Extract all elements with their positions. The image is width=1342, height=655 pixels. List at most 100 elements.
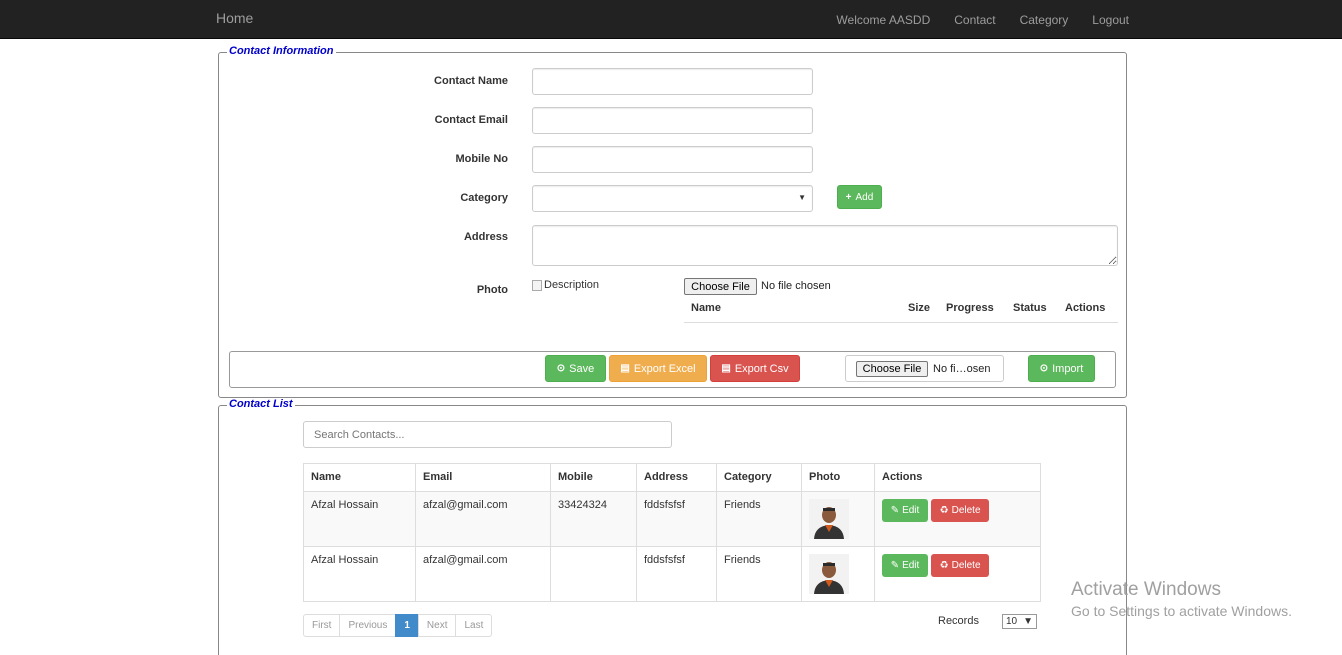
contact-name-input[interactable]	[532, 68, 813, 95]
import-choose-file-button[interactable]: Choose File	[856, 361, 928, 377]
person-photo-icon	[809, 554, 849, 594]
upload-col-progress: Progress	[946, 302, 994, 314]
import-button[interactable]: ⊙ Import	[1028, 355, 1095, 382]
upload-header-divider	[684, 322, 1118, 323]
nav-logout-link[interactable]: Logout	[1080, 13, 1129, 27]
col-category: Category	[716, 463, 802, 492]
table-row: Afzal Hossain afzal@gmail.com 33424324 f…	[303, 491, 1041, 547]
contact-list-legend: Contact List	[227, 398, 295, 410]
nav-category-link[interactable]: Category	[1008, 13, 1081, 27]
category-label: Category	[460, 192, 508, 204]
table-header-row: Name Email Mobile Address Category Photo…	[303, 463, 1041, 492]
edit-label: Edit	[902, 560, 920, 571]
category-select[interactable]: ▼	[532, 185, 813, 212]
pager-last[interactable]: Last	[455, 614, 493, 637]
plus-icon: +	[845, 191, 852, 203]
navbar-menu: Welcome AASDD Contact Category Logout	[824, 0, 1129, 39]
import-label: Import	[1052, 362, 1084, 375]
watermark-title: Activate Windows	[1071, 579, 1221, 600]
cell-category: Friends	[716, 546, 802, 602]
cell-category: Friends	[716, 491, 802, 547]
col-email: Email	[415, 463, 551, 492]
photo-label: Photo	[476, 284, 508, 296]
delete-label: Delete	[951, 505, 981, 516]
edit-icon: ✎	[890, 560, 900, 571]
windows-activation-watermark: Activate Windows Go to Settings to activ…	[1071, 579, 1292, 619]
edit-icon: ✎	[890, 505, 900, 516]
person-photo-icon	[809, 499, 849, 539]
import-circle-icon: ⊙	[1039, 363, 1049, 374]
photo-choose-file-button[interactable]: Choose File	[684, 278, 757, 295]
delete-label: Delete	[951, 560, 981, 571]
watermark-subtitle: Go to Settings to activate Windows.	[1071, 603, 1292, 619]
cell-mobile: 33424324	[550, 491, 637, 547]
save-button[interactable]: ⊙ Save	[545, 355, 606, 382]
home-link[interactable]: Home	[216, 10, 253, 26]
col-address: Address	[636, 463, 717, 492]
cell-email: afzal@gmail.com	[415, 546, 551, 602]
records-value: 10	[1006, 616, 1018, 627]
export-excel-label: Export Excel	[633, 362, 696, 375]
dropdown-caret-icon: ▼	[1023, 616, 1033, 627]
upload-col-name: Name	[691, 302, 721, 314]
records-per-page-select[interactable]: 10 ▼	[1002, 614, 1037, 629]
search-contacts-input[interactable]	[303, 421, 672, 448]
edit-button[interactable]: ✎ Edit	[882, 499, 928, 522]
cell-photo	[801, 491, 875, 547]
contact-photo	[809, 499, 849, 539]
recycle-icon: ♻	[939, 505, 949, 516]
edit-button[interactable]: ✎ Edit	[882, 554, 928, 577]
file-icon: ▤	[620, 363, 630, 374]
mobile-no-label: Mobile No	[455, 153, 508, 165]
import-file-status: No fi…osen	[933, 363, 991, 375]
cell-name: Afzal Hossain	[303, 546, 416, 602]
photo-alt-text: Description	[544, 279, 600, 291]
records-label: Records	[938, 615, 979, 627]
pager-first[interactable]: First	[303, 614, 341, 637]
top-navbar: Home Welcome AASDD Contact Category Logo…	[0, 0, 1342, 39]
upload-col-actions: Actions	[1065, 302, 1106, 314]
pager-previous[interactable]: Previous	[339, 614, 397, 637]
contact-email-label: Contact Email	[434, 114, 508, 126]
address-textarea[interactable]	[532, 225, 1118, 266]
add-category-label: Add	[855, 191, 874, 203]
photo-preview: Description	[532, 279, 599, 291]
cell-address: fddsfsfsf	[636, 491, 717, 547]
contact-name-label: Contact Name	[434, 75, 508, 87]
save-circle-icon: ⊙	[556, 363, 566, 374]
pagination: First Previous 1 Next Last	[303, 614, 493, 637]
contacts-table: Name Email Mobile Address Category Photo…	[303, 463, 1041, 602]
upload-col-size: Size	[908, 302, 931, 314]
mobile-no-input[interactable]	[532, 146, 813, 173]
welcome-user-link[interactable]: Welcome AASDD	[824, 13, 942, 27]
contact-email-input[interactable]	[532, 107, 813, 134]
contact-photo	[809, 554, 849, 594]
cell-actions: ✎ Edit ♻ Delete	[874, 546, 1041, 602]
cell-address: fddsfsfsf	[636, 546, 717, 602]
photo-file-status: No file chosen	[761, 280, 831, 292]
save-label: Save	[569, 362, 595, 375]
col-name: Name	[303, 463, 416, 492]
cell-mobile	[550, 546, 637, 602]
col-actions: Actions	[874, 463, 1041, 492]
pager-page-1[interactable]: 1	[395, 614, 419, 637]
delete-button[interactable]: ♻ Delete	[931, 499, 990, 522]
col-mobile: Mobile	[550, 463, 637, 492]
upload-col-status: Status	[1013, 302, 1047, 314]
export-csv-button[interactable]: ▤ Export Csv	[710, 355, 800, 382]
col-photo: Photo	[801, 463, 875, 492]
broken-image-icon	[532, 279, 542, 291]
delete-button[interactable]: ♻ Delete	[931, 554, 990, 577]
cell-actions: ✎ Edit ♻ Delete	[874, 491, 1041, 547]
recycle-icon: ♻	[939, 560, 949, 571]
add-category-button[interactable]: + Add	[837, 185, 882, 209]
dropdown-caret-icon: ▼	[798, 193, 806, 202]
export-excel-button[interactable]: ▤ Export Excel	[609, 355, 707, 382]
edit-label: Edit	[902, 505, 920, 516]
cell-photo	[801, 546, 875, 602]
pager-next[interactable]: Next	[417, 614, 457, 637]
nav-contact-link[interactable]: Contact	[942, 13, 1007, 27]
export-csv-label: Export Csv	[734, 362, 789, 375]
cell-name: Afzal Hossain	[303, 491, 416, 547]
address-label: Address	[463, 231, 508, 243]
